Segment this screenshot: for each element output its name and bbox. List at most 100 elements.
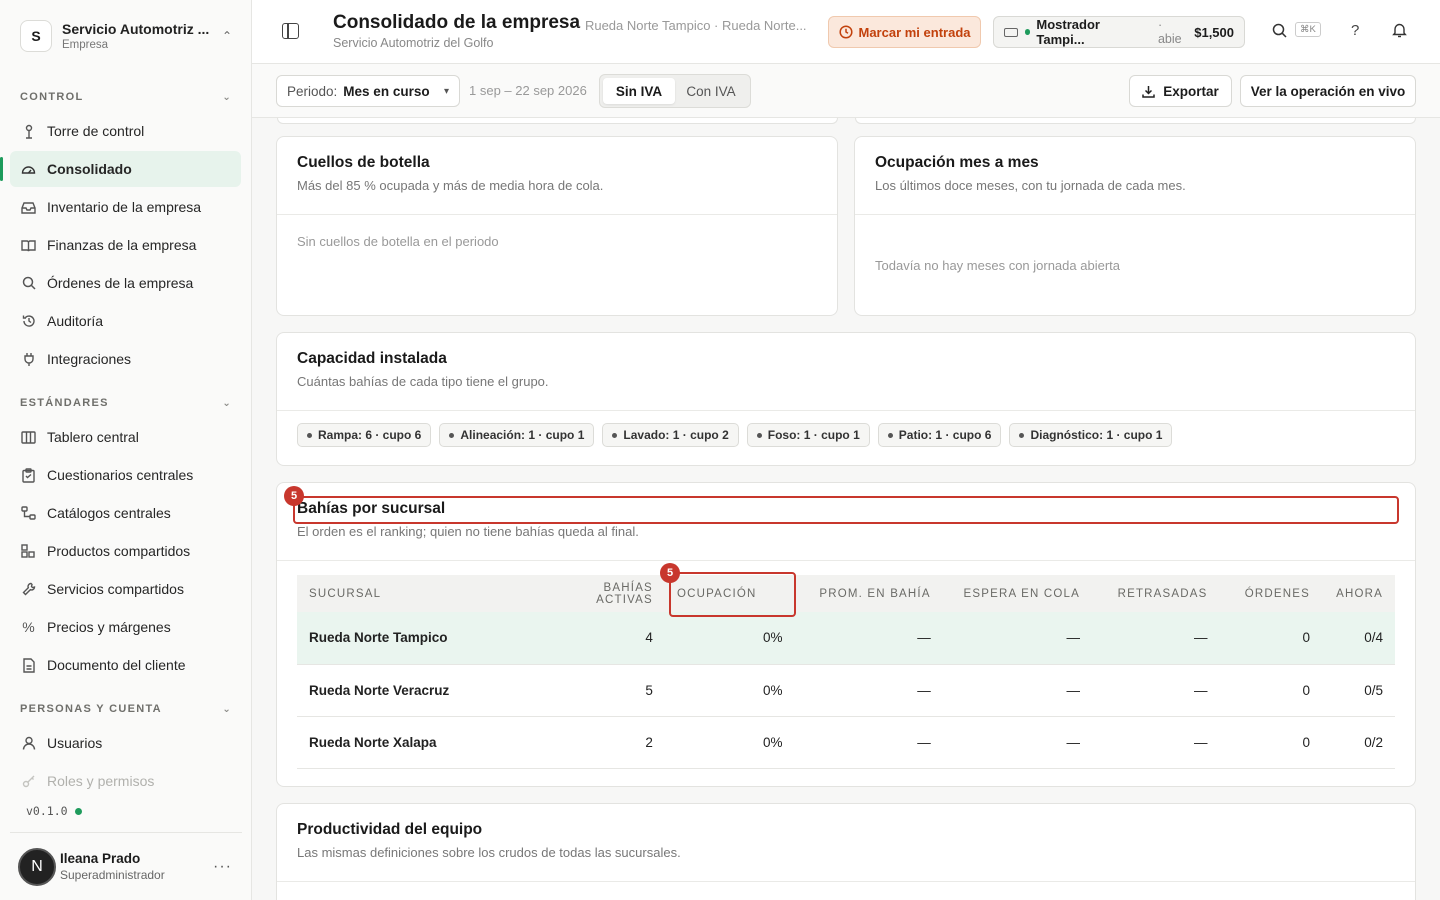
chevron-updown-icon: ⌃ — [221, 29, 232, 43]
sidebar-item-servicios[interactable]: Servicios compartidos — [10, 571, 241, 607]
open-status-dot — [1024, 29, 1031, 35]
capacity-chip: Lavado: 1 · cupo 2 — [602, 423, 739, 447]
boxes-icon — [20, 543, 37, 560]
card-description: Las mismas definiciones sobre los crudos… — [297, 845, 681, 860]
sidebar-item-catalogos[interactable]: Catálogos centrales — [10, 495, 241, 531]
gauge-icon — [20, 161, 37, 178]
percent-icon: % — [22, 619, 35, 635]
branches-card: Bahías por sucursal El orden es el ranki… — [276, 482, 1416, 787]
chevron-down-icon: ⌄ — [222, 397, 232, 409]
user-name: Ileana Prado — [60, 851, 141, 866]
sidebar-item-finanzas[interactable]: Finanzas de la empresa — [10, 227, 241, 263]
empty-state: Sin cuellos de botella en el periodo — [297, 234, 499, 249]
clock-icon — [838, 25, 853, 39]
column-header[interactable]: PROM. EN BAHÍA — [798, 575, 943, 612]
live-operation-button[interactable]: Ver la operación en vivo — [1240, 75, 1416, 107]
book-icon — [20, 237, 37, 254]
tab-sin-iva[interactable]: Sin IVA — [603, 78, 675, 104]
tab-con-iva[interactable]: Con IVA — [675, 78, 747, 104]
user-icon — [20, 735, 37, 752]
section-control[interactable]: CONTROL ⌄ — [20, 91, 232, 103]
highlight-box — [669, 572, 796, 617]
clipboard-icon — [20, 467, 37, 484]
sidebar-item-torre-de-control[interactable]: Torre de control — [10, 113, 241, 149]
more-icon[interactable]: ··· — [213, 858, 242, 876]
card-description: El orden es el ranking; quien no tiene b… — [297, 524, 639, 539]
org-switcher[interactable]: S Servicio Automotriz ... Empresa ⌃ — [10, 10, 242, 62]
column-header[interactable]: ESPERA EN COLA — [942, 575, 1093, 612]
column-header[interactable]: ÓRDENES — [1219, 575, 1323, 612]
key-icon — [20, 773, 37, 790]
bottlenecks-card: Cuellos de botella Más del 85 % ocupada … — [276, 136, 838, 316]
sidebar-item-precios[interactable]: % Precios y márgenes — [10, 609, 241, 645]
sidebar-item-ordenes[interactable]: Órdenes de la empresa — [10, 265, 241, 301]
history-icon — [20, 313, 37, 330]
divider — [277, 214, 837, 215]
bell-icon[interactable] — [1392, 22, 1407, 38]
org-name: Servicio Automotriz ... — [62, 21, 210, 37]
sidebar-item-auditoria[interactable]: Auditoría — [10, 303, 241, 339]
capacity-chip: Patio: 1 · cupo 6 — [877, 423, 1002, 447]
clock-in-button[interactable]: Marcar mi entrada — [828, 16, 981, 48]
sidebar-item-usuarios[interactable]: Usuarios — [10, 725, 241, 761]
user-role: Superadministrador — [60, 868, 165, 882]
card-title: Ocupación mes a mes — [875, 154, 1039, 171]
card-description: Cuántas bahías de cada tipo tiene el gru… — [297, 374, 549, 389]
divider — [855, 214, 1415, 215]
sidebar-item-roles[interactable]: Roles y permisos — [10, 763, 241, 799]
sidebar-item-documento[interactable]: Documento del cliente — [10, 647, 241, 683]
export-button[interactable]: Exportar — [1129, 75, 1232, 107]
branches-table: SUCURSAL BAHÍAS ACTIVAS OCUPACIÓN PROM. … — [297, 575, 1395, 769]
app-version: v0.1.0 — [26, 804, 82, 818]
capacity-chip: Alineación: 1 · cupo 1 — [439, 423, 595, 447]
divider — [277, 560, 1415, 561]
page-subtitle: Servicio Automotriz del Golfo — [333, 36, 494, 50]
sidebar-item-integraciones[interactable]: Integraciones — [10, 341, 241, 377]
document-icon — [20, 657, 37, 674]
card-bottom-edge — [277, 118, 838, 124]
divider — [277, 881, 1415, 882]
help-icon[interactable]: ? — [1351, 22, 1359, 39]
table-row[interactable]: Rueda Norte Xalapa 2 0% — — — 0 0/2 — [297, 716, 1395, 769]
search-icon[interactable] — [1272, 23, 1287, 38]
section-personas[interactable]: PERSONAS Y CUENTA ⌄ — [20, 703, 232, 715]
shortcut-badge: ⌘K — [1295, 22, 1321, 37]
sidebar-item-cuestionarios[interactable]: Cuestionarios centrales — [10, 457, 241, 493]
period-select[interactable]: Periodo: Mes en curso ▾ — [276, 75, 460, 107]
date-range: 1 sep – 22 sep 2026 — [469, 83, 587, 98]
column-header[interactable]: AHORA — [1322, 575, 1395, 612]
filter-bar: Periodo: Mes en curso ▾ 1 sep – 22 sep 2… — [252, 64, 1440, 118]
breadcrumb[interactable]: · Rueda Norte Tampico · Rueda Norte... — [577, 18, 807, 33]
user-menu[interactable]: N Ileana Prado Superadministrador ··· — [10, 832, 242, 900]
inbox-icon — [20, 199, 37, 216]
empty-state: Todavía no hay meses con jornada abierta — [875, 258, 1120, 273]
card-bottom-edge — [855, 118, 1416, 124]
download-icon — [1142, 85, 1155, 98]
sidebar-toggle-icon[interactable] — [282, 23, 299, 39]
highlight-box — [293, 496, 1399, 524]
sidebar-item-tablero-central[interactable]: Tablero central — [10, 419, 241, 455]
capacity-card: Capacidad instalada Cuántas bahías de ca… — [276, 332, 1416, 466]
sidebar-item-inventario[interactable]: Inventario de la empresa — [10, 189, 241, 225]
sidebar-item-consolidado[interactable]: Consolidado — [0, 151, 241, 187]
avatar: N — [18, 847, 56, 886]
sidebar-item-productos[interactable]: Productos compartidos — [10, 533, 241, 569]
cash-register-selector[interactable]: Mostrador Tampi... · abie $1,500 — [993, 16, 1245, 48]
table-row[interactable]: Rueda Norte Veracruz 5 0% — — — 0 0/5 — [297, 664, 1395, 717]
hierarchy-icon — [20, 505, 37, 522]
cash-icon — [1004, 27, 1018, 37]
plug-icon — [20, 351, 37, 368]
chevron-down-icon: ▾ — [443, 85, 449, 97]
section-estandares[interactable]: ESTÁNDARES ⌄ — [20, 397, 232, 409]
card-title: Capacidad instalada — [297, 350, 447, 367]
column-header[interactable]: BAHÍAS ACTIVAS — [536, 575, 665, 612]
chevron-down-icon: ⌄ — [222, 703, 232, 715]
column-header[interactable]: RETRASADAS — [1092, 575, 1220, 612]
card-description: Los últimos doce meses, con tu jornada d… — [875, 178, 1186, 193]
divider — [277, 410, 1415, 411]
table-row[interactable]: Rueda Norte Tampico 4 0% — — — 0 0/4 — [297, 612, 1395, 665]
org-avatar: S — [20, 20, 52, 52]
column-header[interactable]: SUCURSAL — [297, 575, 537, 612]
topbar: Consolidado de la empresa Servicio Autom… — [252, 0, 1440, 64]
columns-icon — [20, 429, 37, 446]
